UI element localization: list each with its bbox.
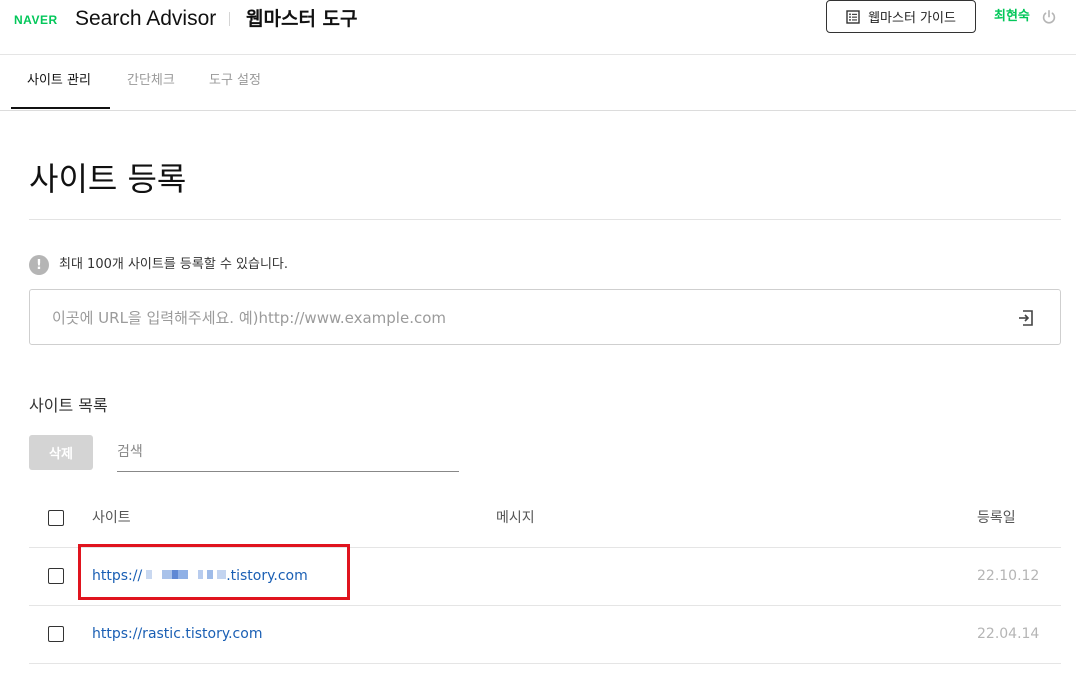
row-checkbox[interactable] — [48, 568, 64, 584]
active-tab-indicator — [11, 107, 110, 109]
site-link[interactable]: https://rastic.tistory.com — [92, 625, 262, 643]
user-name[interactable]: 최현숙 — [994, 8, 1030, 26]
url-input-box — [29, 289, 1061, 345]
info-text: 최대 100개 사이트를 등록할 수 있습니다. — [59, 257, 289, 272]
info-icon: ! — [29, 255, 49, 275]
row-registered-date: 22.10.12 — [977, 568, 1040, 584]
title-divider — [29, 219, 1061, 220]
table-row: https:// .tistory.com 22.10.12 — [29, 548, 1061, 606]
document-list-icon — [846, 9, 860, 24]
tab-site-management[interactable]: 사이트 관리 — [27, 72, 91, 90]
top-header: NAVER Search Advisor 웹마스터 도구 웹마스터 가이드 최현… — [0, 0, 1076, 55]
table-header-row: 사이트 메시지 등록일 — [29, 490, 1061, 548]
naver-logo[interactable]: NAVER — [14, 11, 58, 29]
site-url-suffix: .tistory.com — [226, 568, 308, 584]
page-title: 사이트 등록 — [29, 160, 187, 198]
header-divider — [229, 12, 230, 26]
column-header-registered: 등록일 — [977, 510, 1016, 526]
select-all-checkbox[interactable] — [48, 510, 64, 526]
site-table: 사이트 메시지 등록일 https:// .tistory.com 22.10.1… — [29, 490, 1061, 664]
delete-button[interactable]: 삭제 — [29, 435, 93, 470]
webmaster-guide-button[interactable]: 웹마스터 가이드 — [826, 0, 976, 33]
webmaster-guide-label: 웹마스터 가이드 — [868, 11, 956, 26]
site-search — [117, 437, 459, 472]
column-header-site: 사이트 — [92, 510, 131, 526]
site-url-prefix: https:// — [92, 568, 143, 584]
enter-submit-icon[interactable] — [1016, 308, 1036, 328]
site-link[interactable]: https:// .tistory.com — [92, 567, 308, 585]
site-search-input[interactable] — [117, 437, 459, 467]
row-checkbox[interactable] — [48, 626, 64, 642]
redacted-blur — [198, 570, 227, 579]
brand-title[interactable]: Search Advisor — [75, 5, 216, 33]
tab-bar: 사이트 관리 간단체크 도구 설정 — [0, 54, 1076, 111]
tab-tool-settings[interactable]: 도구 설정 — [209, 72, 261, 90]
logout-power-icon[interactable] — [1041, 9, 1057, 25]
redacted-blur — [142, 570, 199, 579]
column-header-message: 메시지 — [496, 510, 535, 526]
site-url-input[interactable] — [50, 302, 994, 334]
row-registered-date: 22.04.14 — [977, 626, 1040, 642]
tab-simple-check[interactable]: 간단체크 — [127, 72, 175, 90]
table-row: https://rastic.tistory.com 22.04.14 — [29, 606, 1061, 664]
brand-subtitle[interactable]: 웹마스터 도구 — [246, 5, 358, 33]
site-list-title: 사이트 목록 — [29, 396, 108, 415]
